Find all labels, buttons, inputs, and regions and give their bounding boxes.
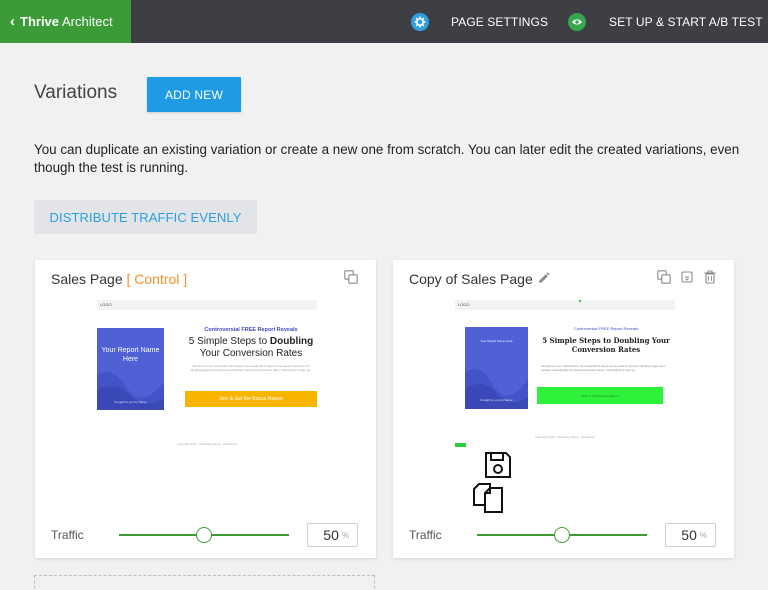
brand-name-bold: Thrive <box>20 14 60 29</box>
traffic-input[interactable]: 50 % <box>665 523 716 547</box>
top-bar: ‹ Thrive Architect PAGE SETTINGS SET UP … <box>0 0 768 43</box>
variation-name: Sales Page <box>51 271 123 287</box>
traffic-value: 50 <box>323 527 339 543</box>
traffic-input[interactable]: 50 % <box>307 523 358 547</box>
preview-body: Introduce to our subscribers, we reveal … <box>541 364 665 372</box>
variation-title: Sales Page [ Control ] <box>51 271 187 287</box>
copy-icon[interactable] <box>471 481 505 520</box>
percent-sign: % <box>341 530 349 540</box>
preview-headline-part: 5 Simple Steps to <box>188 336 270 347</box>
start-ab-test-label: SET UP & START A/B TEST <box>609 14 763 29</box>
traffic-label: Traffic <box>409 528 442 542</box>
back-to-editor-link[interactable]: ‹ Thrive Architect <box>0 0 131 43</box>
start-ab-test-button[interactable]: SET UP & START A/B TEST <box>568 0 763 43</box>
traffic-label: Traffic <box>51 528 84 542</box>
variation-card-copy: Copy of Sales Page LOGO Your Report Name… <box>393 260 734 558</box>
preview-book-title: Your Report Name Here <box>480 339 513 343</box>
preview-headline: 5 Simple Steps to Doubling Your Conversio… <box>185 336 317 360</box>
preview-header-bar: LOGO <box>455 300 675 310</box>
page-title: Variations <box>34 82 118 103</box>
traffic-value: 50 <box>681 527 697 543</box>
traffic-slider[interactable] <box>119 527 289 543</box>
preview-body: Introduce to our respective subscribers,… <box>190 364 312 372</box>
wave-graphic <box>97 371 164 410</box>
duplicate-icon[interactable] <box>657 270 671 289</box>
variation-preview-thumbnail[interactable]: LOGO Your Report Name Here brought to yo… <box>97 300 317 475</box>
chevron-left-icon: ‹ <box>10 13 15 30</box>
preview-cta-button: Join & Get the Bonus Report <box>185 391 317 407</box>
preview-book-sub: brought to you by Name <box>480 398 513 402</box>
add-new-button[interactable]: ADD NEW <box>147 77 241 112</box>
preview-kicker: Controversial FREE Report Reveals <box>204 327 298 333</box>
preview-footer: Copyright 2016, Company Name - Disclaime… <box>176 442 238 446</box>
wave-graphic <box>465 368 528 409</box>
preview-headline: 5 Simple Steps to Doubling Your Conversi… <box>542 336 670 354</box>
percent-sign: % <box>699 530 707 540</box>
variation-card-control: Sales Page [ Control ] LOGO Your Report … <box>35 260 376 558</box>
preview-header-bar: LOGO <box>97 300 317 310</box>
page-settings-label: PAGE SETTINGS <box>451 14 549 29</box>
description-text: You can duplicate an existing variation … <box>34 142 740 175</box>
distribute-traffic-button[interactable]: DISTRIBUTE TRAFFIC EVENLY <box>34 200 257 234</box>
preview-footer: Copyright 2016, Company Name - Disclaime… <box>534 435 596 439</box>
trash-icon[interactable] <box>703 270 717 289</box>
archive-icon[interactable] <box>680 270 694 289</box>
preview-logo: LOGO <box>100 302 112 307</box>
pencil-icon[interactable] <box>537 272 550 290</box>
preview-book-sub: brought to you by Name <box>114 400 147 404</box>
preview-ebook-cover: Your Report Name Here brought to you by … <box>465 327 528 409</box>
traffic-slider[interactable] <box>477 527 647 543</box>
eye-icon <box>568 12 586 31</box>
save-icon[interactable] <box>483 450 513 485</box>
preview-headline-part: Your Conversion Rates <box>199 348 303 359</box>
slider-handle[interactable] <box>554 527 570 543</box>
preview-headline-bold: Doubling <box>269 336 314 347</box>
page-settings-button[interactable]: PAGE SETTINGS <box>411 0 548 43</box>
preview-marker <box>579 300 581 302</box>
duplicate-icon[interactable] <box>344 270 358 289</box>
slider-handle[interactable] <box>196 527 212 543</box>
gear-icon <box>411 12 429 31</box>
add-variation-placeholder[interactable] <box>34 575 375 590</box>
preview-logo: LOGO <box>458 302 470 307</box>
control-badge: [ Control ] <box>126 271 188 287</box>
preview-book-title: Your Report Name Here <box>101 347 160 363</box>
preview-ebook-cover: Your Report Name Here brought to you by … <box>97 328 164 410</box>
variation-title: Copy of Sales Page <box>409 271 533 287</box>
preview-kicker: Controversial FREE Report Reveals <box>573 326 639 331</box>
preview-cta-button: Click to Get the Free Report <box>537 387 663 404</box>
brand-name: Architect <box>62 14 113 29</box>
preview-green-tag <box>455 443 466 447</box>
variation-preview-thumbnail[interactable]: LOGO Your Report Name Here brought to yo… <box>455 300 675 475</box>
